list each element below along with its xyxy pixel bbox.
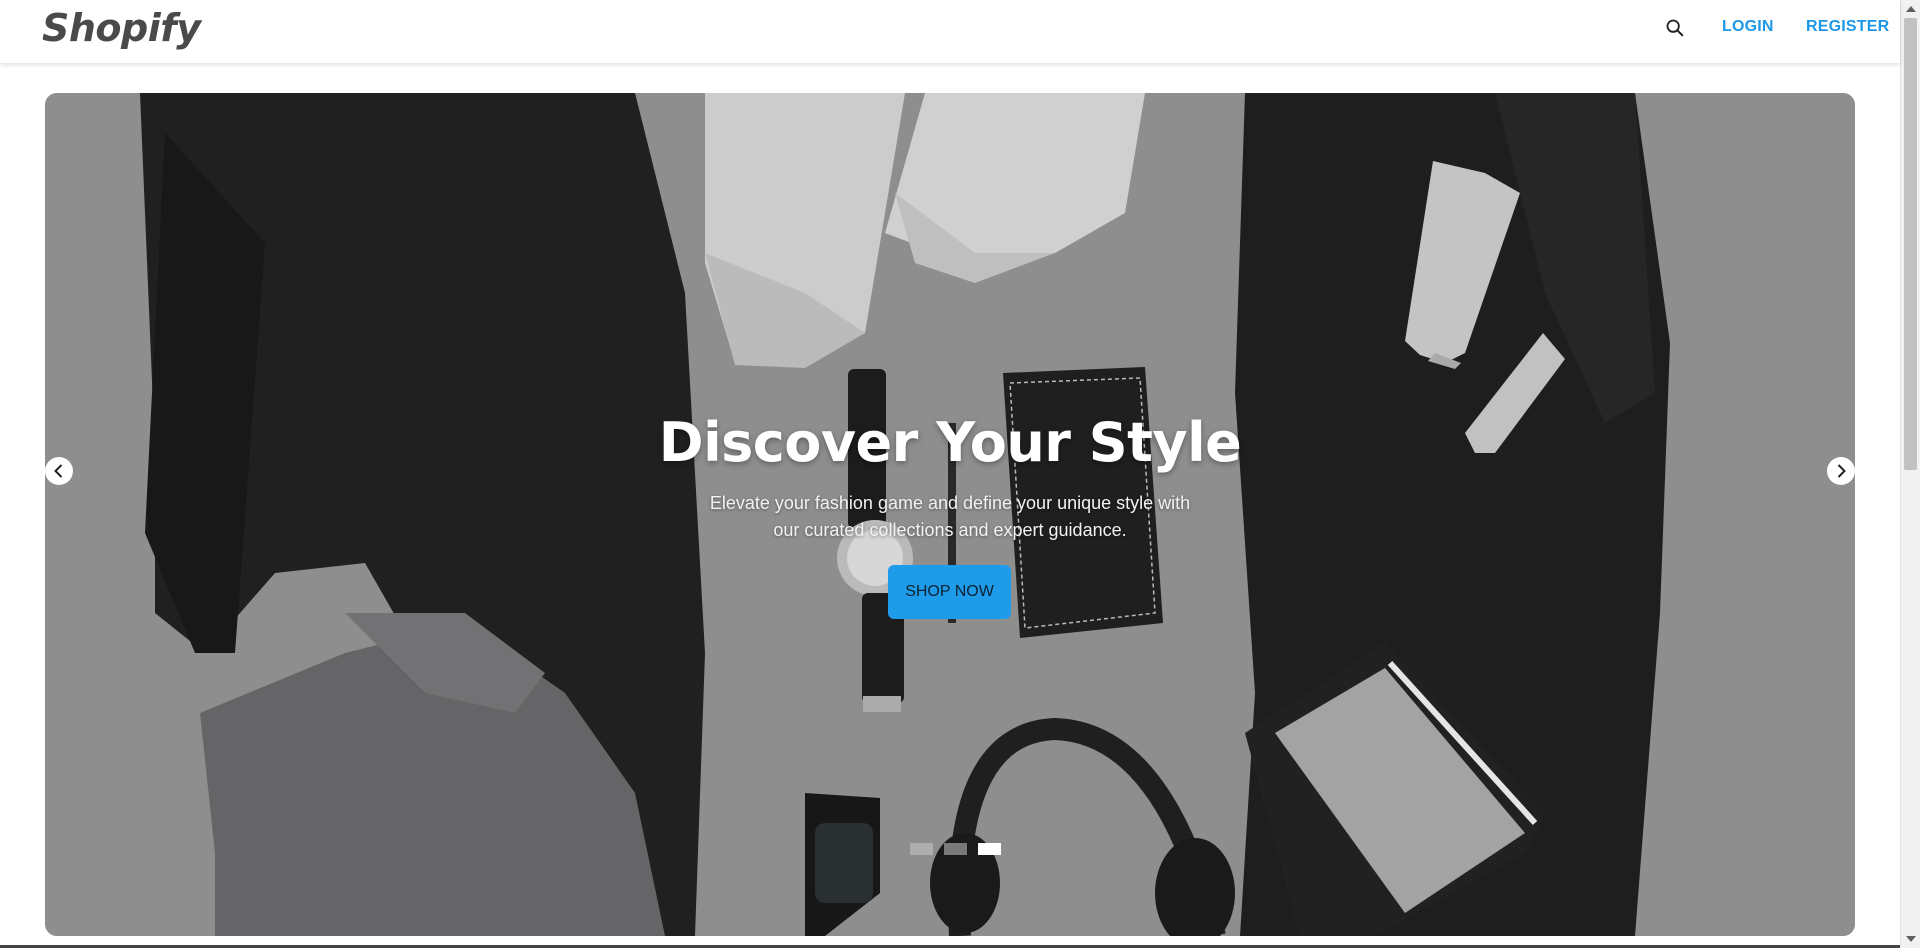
hero-carousel: Discover Your Style Elevate your fashion…	[45, 93, 1855, 936]
carousel-indicator-1[interactable]	[910, 843, 933, 855]
chevron-left-icon	[54, 464, 63, 478]
carousel-indicators	[910, 843, 1001, 855]
search-icon[interactable]	[1664, 17, 1686, 39]
carousel-indicator-3[interactable]	[978, 843, 1001, 855]
carousel-indicator-2[interactable]	[944, 843, 967, 855]
chevron-right-icon	[1837, 464, 1846, 478]
scroll-up-arrow-icon[interactable]	[1906, 6, 1916, 12]
scroll-down-arrow-icon[interactable]	[1906, 936, 1916, 942]
carousel-prev-button[interactable]	[45, 457, 73, 485]
brand-logo[interactable]: Shopify	[42, 6, 201, 50]
login-link[interactable]: LOGIN	[1722, 18, 1774, 36]
hero-title: Discover Your Style	[658, 411, 1242, 474]
top-navbar: Shopify LOGIN REGISTER	[0, 0, 1900, 63]
shop-now-button[interactable]: SHOP NOW	[888, 565, 1011, 619]
vertical-scrollbar[interactable]	[1900, 0, 1920, 948]
carousel-next-button[interactable]	[1827, 457, 1855, 485]
register-link[interactable]: REGISTER	[1806, 18, 1889, 36]
scrollbar-thumb[interactable]	[1904, 18, 1917, 470]
hero-subtitle: Elevate your fashion game and define you…	[709, 493, 1191, 540]
